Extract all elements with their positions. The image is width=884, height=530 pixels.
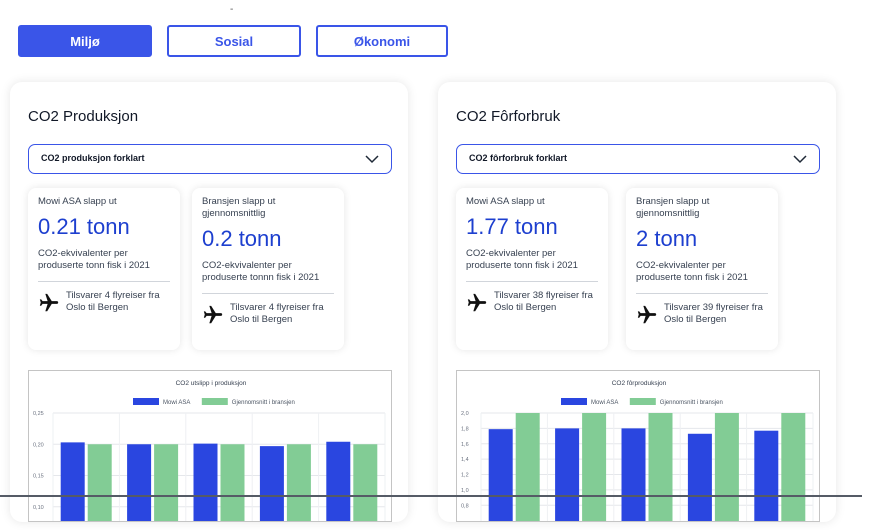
legend-swatch [629, 398, 656, 405]
dropdown-label: CO2 fôrforbruk forklart [469, 153, 568, 163]
y-tick-label: 0,10 [33, 505, 44, 511]
bar-mowi [488, 429, 513, 521]
dropdown-label: CO2 produksjon forklart [41, 153, 145, 163]
legend-swatch [133, 398, 159, 405]
explanation-dropdown[interactable]: CO2 produksjon forklart [28, 144, 392, 174]
legend-label: Mowi ASA [163, 400, 190, 406]
card-value: 1.77 tonn [466, 214, 558, 239]
flight-text: Tilsvarer 4 flyreiser fra Oslo til Berge… [230, 302, 324, 325]
bar-mowi [621, 428, 646, 521]
bar-industry [87, 444, 112, 521]
card-value: 0.2 tonn [202, 226, 282, 251]
flight-text: Tilsvarer 38 flyreiser fra Oslo til Berg… [494, 290, 593, 313]
tab-miljo[interactable]: Miljø [18, 25, 152, 57]
stat-card-industry: Bransjen slapp ut gjennomsnittlig 0.2 to… [192, 188, 344, 350]
chevron-down-icon [365, 155, 379, 164]
airplane-icon [637, 305, 657, 324]
bar-industry [515, 413, 540, 521]
y-tick-label: 1,8 [461, 426, 469, 432]
bar-industry [154, 444, 179, 521]
bar-industry [582, 413, 607, 521]
legend-swatch [201, 398, 228, 405]
flight-equivalent: Tilsvarer 39 flyreiser fra Oslo til Berg… [636, 302, 768, 326]
legend-label: Mowi ASA [591, 400, 618, 406]
card-divider [636, 293, 768, 294]
chart-title: CO2 utslipp i produksjon [176, 380, 247, 387]
legend-swatch [561, 398, 587, 405]
card-divider [202, 293, 334, 294]
flight-equivalent: Tilsvarer 4 flyreiser fra Oslo til Berge… [202, 302, 334, 326]
airplane-icon [467, 293, 487, 312]
card-divider [466, 281, 598, 282]
y-tick-label: 1,0 [461, 488, 469, 494]
bar-mowi [687, 433, 712, 521]
y-tick-label: 0,25 [33, 411, 44, 417]
bar-industry [781, 413, 806, 521]
bar-mowi [555, 428, 580, 521]
y-tick-label: 0,20 [33, 442, 44, 448]
legend-label: Gjennomsnitt i bransjen [660, 400, 723, 406]
airplane-icon [203, 305, 223, 324]
card-value: 2 tonn [636, 226, 698, 251]
panel-co2-produksjon: CO2 Produksjon CO2 produksjon forklart M… [10, 82, 408, 522]
bar-industry [648, 413, 673, 521]
y-tick-label: 1,4 [461, 457, 469, 463]
legend-label: Gjennomsnitt i bransjen [232, 400, 295, 406]
card-description: CO2-ekvivalenter per produserte tonn fis… [636, 260, 748, 283]
card-subject: Mowi ASA slapp ut [466, 196, 545, 207]
y-tick-label: 0,8 [461, 503, 469, 509]
chart-title: CO2 fôrproduksjon [612, 380, 667, 387]
tab-okonomi[interactable]: Økonomi [316, 25, 448, 57]
bar-mowi [259, 446, 284, 521]
bar-mowi [60, 442, 85, 521]
card-value: 0.21 tonn [38, 214, 130, 239]
chart-co2-forproduksjon: CO2 fôrproduksjon Mowi ASA Gjennomsnitt i … [456, 370, 820, 522]
card-divider [38, 281, 170, 282]
bar-industry [353, 444, 378, 521]
explanation-dropdown[interactable]: CO2 fôrforbruk forklart [456, 144, 820, 174]
flight-equivalent: Tilsvarer 4 flyreiser fra Oslo til Berge… [38, 290, 170, 314]
card-subject: Mowi ASA slapp ut [38, 196, 117, 207]
y-tick-label: 2,0 [461, 411, 469, 417]
bar-mowi [127, 444, 152, 521]
panel-co2-forforbruk: CO2 Fôrforbruk CO2 fôrforbruk forklart M… [438, 82, 836, 522]
flight-equivalent: Tilsvarer 38 flyreiser fra Oslo til Berg… [466, 290, 598, 314]
bar-industry [220, 444, 245, 521]
flight-text: Tilsvarer 39 flyreiser fra Oslo til Berg… [664, 302, 763, 325]
bar-chart: CO2 fôrproduksjon Mowi ASA Gjennomsnitt i … [461, 380, 814, 521]
card-subject: Bransjen slapp ut gjennomsnittlig [636, 196, 710, 219]
bar-mowi [754, 430, 779, 521]
top-mark: - [230, 4, 234, 15]
flight-text: Tilsvarer 4 flyreiser fra Oslo til Berge… [66, 290, 160, 313]
chart-co2-produksjon: CO2 utslipp i produksjon Mowi ASA Gjennoms… [28, 370, 392, 522]
bar-industry [714, 413, 739, 521]
chevron-down-icon [793, 155, 807, 164]
bottom-divider [0, 495, 862, 497]
bar-chart: CO2 utslipp i produksjon Mowi ASA Gjennoms… [33, 380, 386, 521]
bar-mowi [193, 443, 218, 521]
stat-card-mowi: Mowi ASA slapp ut 0.21 tonn CO2-ekvivale… [28, 188, 180, 350]
bar-industry [286, 444, 311, 521]
card-description: CO2-ekvivalenter per produserte tonnn fi… [202, 260, 320, 283]
card-subject: Bransjen slapp ut gjennomsnittlig [202, 196, 276, 219]
panel-title: CO2 Fôrforbruk [456, 108, 561, 125]
airplane-icon [39, 293, 59, 312]
y-tick-label: 0,15 [33, 474, 44, 480]
y-tick-label: 1,2 [461, 473, 469, 479]
card-description: CO2-ekvivalenter per produserte tonn fis… [466, 248, 578, 271]
bar-mowi [326, 441, 351, 521]
y-tick-label: 1,6 [461, 442, 469, 448]
stat-card-mowi: Mowi ASA slapp ut 1.77 tonn CO2-ekvivale… [456, 188, 608, 350]
card-description: CO2-ekvivalenter per produserte tonn fis… [38, 248, 150, 271]
stat-card-industry: Bransjen slapp ut gjennomsnittlig 2 tonn… [626, 188, 778, 350]
tab-sosial[interactable]: Sosial [167, 25, 301, 57]
panel-title: CO2 Produksjon [28, 108, 139, 125]
